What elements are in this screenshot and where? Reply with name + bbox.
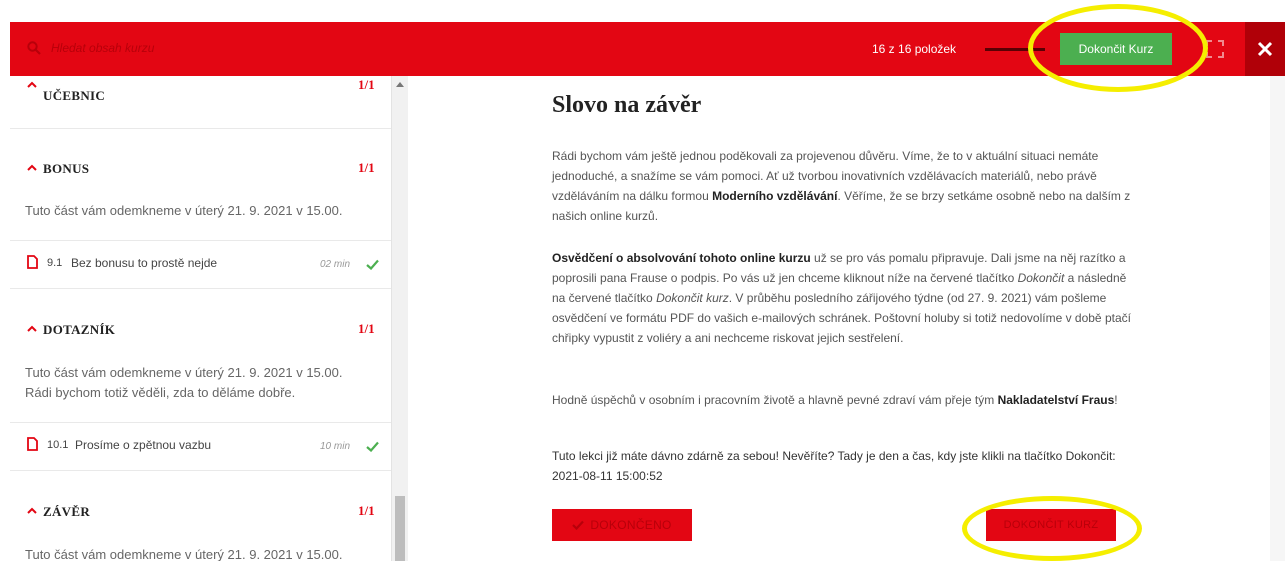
progress-bar xyxy=(985,48,1045,51)
lesson-title: Prosíme o zpětnou vazbu xyxy=(75,438,212,452)
fullscreen-icon[interactable] xyxy=(1205,39,1225,59)
section-count: 1/1 xyxy=(358,321,375,336)
section-header-dotaznik[interactable]: DOTAZNÍK 1/1 xyxy=(10,316,391,346)
main-scroll-edge xyxy=(1270,76,1285,561)
section-title: ZÁVĚR xyxy=(43,504,91,519)
close-button[interactable] xyxy=(1245,22,1285,76)
lesson-item[interactable]: 10.1 Prosíme o zpětnou vazbu 10 min xyxy=(10,432,391,468)
chevron-up-icon xyxy=(27,507,37,514)
check-icon xyxy=(572,520,585,530)
scroll-up-arrow-icon[interactable] xyxy=(396,82,404,87)
finish-course-main-button[interactable]: DOKONČIT KURZ xyxy=(986,509,1116,541)
search-icon[interactable] xyxy=(27,41,41,55)
lesson-item[interactable]: 9.1 Bez bonusu to prostě nejde 02 min xyxy=(10,250,391,286)
divider xyxy=(10,470,391,471)
check-icon xyxy=(366,259,379,270)
document-icon xyxy=(27,255,38,269)
section-title: BONUS xyxy=(43,161,90,176)
section-header-zaver[interactable]: ZÁVĚR 1/1 xyxy=(10,498,391,528)
scrollbar-thumb[interactable] xyxy=(395,496,405,561)
close-icon xyxy=(1257,41,1273,57)
section-title: DOTAZNÍK xyxy=(43,322,116,337)
paragraph-completed-info: Tuto lekci již máte dávno zdárně za sebo… xyxy=(552,449,1116,483)
finish-course-button[interactable]: Dokončit Kurz xyxy=(1060,33,1172,65)
chevron-up-icon xyxy=(27,164,37,171)
divider xyxy=(10,240,391,241)
lesson-number: 9.1 xyxy=(47,257,63,269)
section-description: Tuto část vám odemkneme v úterý 21. 9. 2… xyxy=(25,203,343,218)
completed-button-label: DOKONČENO xyxy=(590,518,672,532)
sidebar-scrollbar[interactable] xyxy=(392,76,408,561)
lesson-duration: 02 min xyxy=(320,259,351,270)
lesson-content: Slovo na závěr Rádi bychom vám ještě jed… xyxy=(408,76,1285,561)
chevron-up-icon xyxy=(27,81,37,88)
divider xyxy=(10,128,391,129)
section-description: Tuto část vám odemkneme v úterý 21. 9. 2… xyxy=(25,547,343,561)
section-count: 1/1 xyxy=(358,77,375,92)
divider xyxy=(10,422,391,423)
divider xyxy=(10,288,391,289)
section-count: 1/1 xyxy=(358,503,375,518)
document-icon xyxy=(27,437,38,451)
completed-button[interactable]: DOKONČENO xyxy=(552,509,692,541)
section-description-line: Rádi bychom totiž věděli, zda to děláme … xyxy=(25,385,296,400)
section-description-line: Tuto část vám odemkneme v úterý 21. 9. 2… xyxy=(25,365,343,380)
lesson-number: 10.1 xyxy=(47,439,69,451)
paragraph-certificate: Osvědčení o absolvování tohoto online ku… xyxy=(552,251,1131,345)
section-header-ucebnic[interactable]: UČEBNIC 1/1 xyxy=(10,77,391,108)
section-title: UČEBNIC xyxy=(43,88,106,103)
section-header-bonus[interactable]: BONUS 1/1 xyxy=(10,155,391,185)
paragraph-thanks: Rádi bychom vám ještě jednou poděkovali … xyxy=(552,149,1131,223)
check-icon xyxy=(366,441,379,452)
lesson-title: Bez bonusu to prostě nejde xyxy=(71,256,218,270)
search-input[interactable]: Hledat obsah kurzu xyxy=(51,41,154,55)
app-root: Hledat obsah kurzu 16 z 16 položek Dokon… xyxy=(0,0,1285,561)
course-outline-sidebar: UČEBNIC 1/1 BONUS 1/1 Tuto část vám odem… xyxy=(10,76,392,561)
lesson-title: Slovo na závěr xyxy=(552,92,702,118)
chevron-up-icon xyxy=(27,325,37,332)
top-bar: Hledat obsah kurzu 16 z 16 položek Dokon… xyxy=(10,22,1285,76)
items-count: 16 z 16 položek xyxy=(872,42,957,56)
section-count: 1/1 xyxy=(358,160,375,175)
lesson-duration: 10 min xyxy=(320,441,351,452)
paragraph-wishes: Hodně úspěchů v osobním i pracovním živo… xyxy=(552,393,1118,407)
